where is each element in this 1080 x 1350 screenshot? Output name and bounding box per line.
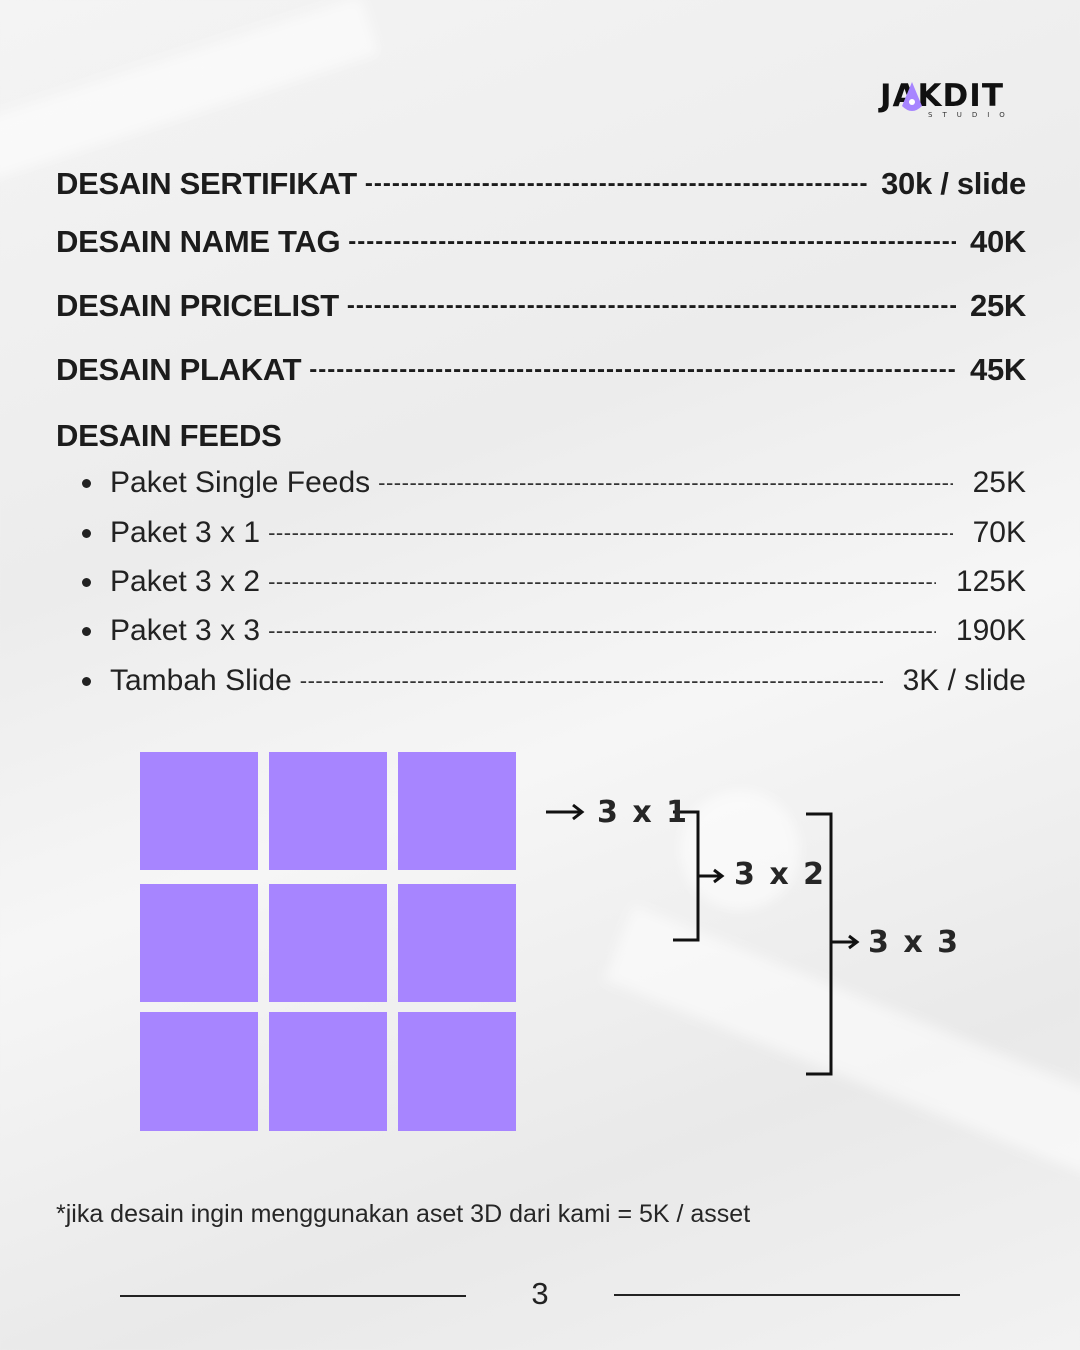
dash-leader bbox=[348, 228, 956, 256]
feeds-item-single: Paket Single Feeds 25K bbox=[82, 466, 1026, 500]
feeds-item-3x3: Paket 3 x 3 190K bbox=[82, 614, 1026, 648]
price-row-pricelist: DESAIN PRICELIST 25K bbox=[56, 288, 1026, 324]
dash-leader bbox=[378, 470, 952, 496]
label-3x2: 3 x 2 bbox=[734, 857, 826, 892]
dash-leader bbox=[300, 668, 883, 694]
background-highlight bbox=[680, 790, 800, 910]
feeds-item-label: Paket Single Feeds bbox=[110, 466, 371, 499]
price-value: 30k / slide bbox=[881, 166, 1026, 201]
feeds-item-price: 125K bbox=[955, 565, 1026, 598]
bullet-icon bbox=[82, 676, 91, 686]
bullet-icon bbox=[82, 528, 91, 538]
bullet-icon bbox=[82, 577, 91, 587]
footnote-3d-asset: *jika desain ingin menggunakan aset 3D d… bbox=[56, 1200, 751, 1228]
label-3x3: 3 x 3 bbox=[868, 925, 960, 960]
feeds-item-price: 3K / slide bbox=[902, 664, 1026, 697]
dash-leader bbox=[268, 520, 953, 546]
grid-cell bbox=[398, 1012, 516, 1131]
price-value: 45K bbox=[970, 352, 1026, 387]
dash-leader bbox=[365, 170, 867, 198]
background-crease bbox=[0, 0, 379, 184]
grid-cell bbox=[140, 1012, 258, 1131]
bullet-icon bbox=[82, 626, 91, 636]
pen-nib-icon bbox=[902, 82, 922, 111]
grid-cell bbox=[140, 752, 258, 870]
grid-cell bbox=[140, 884, 258, 1002]
footer-divider-right bbox=[614, 1294, 960, 1296]
price-row-plakat: DESAIN PLAKAT 45K bbox=[56, 352, 1026, 388]
dash-leader bbox=[309, 356, 956, 384]
price-value: 25K bbox=[970, 288, 1026, 323]
feeds-item-tambah-slide: Tambah Slide 3K / slide bbox=[82, 664, 1026, 698]
dash-leader bbox=[347, 292, 956, 320]
grid-cell bbox=[398, 884, 516, 1002]
feed-grid bbox=[140, 752, 516, 1131]
arrow-3x1-head bbox=[572, 803, 585, 821]
grid-cell bbox=[269, 884, 387, 1002]
background-crease bbox=[603, 905, 1080, 1175]
page-number: 3 bbox=[531, 1276, 549, 1311]
grid-cell bbox=[398, 752, 516, 870]
price-label: DESAIN PRICELIST bbox=[56, 288, 339, 323]
bullet-icon bbox=[82, 478, 91, 488]
dash-leader bbox=[268, 569, 936, 595]
feeds-item-3x1: Paket 3 x 1 70K bbox=[82, 516, 1026, 550]
price-row-name-tag: DESAIN NAME TAG 40K bbox=[56, 224, 1026, 260]
feeds-item-price: 25K bbox=[972, 466, 1026, 499]
grid-cell bbox=[269, 752, 387, 870]
dash-leader bbox=[268, 618, 936, 644]
price-label: DESAIN NAME TAG bbox=[56, 224, 341, 259]
jakdit-logo: JAKDIT STUDIO bbox=[880, 78, 1020, 122]
feeds-item-label: Paket 3 x 3 bbox=[110, 614, 261, 647]
feeds-item-label: Paket 3 x 1 bbox=[110, 516, 261, 549]
price-row-sertifikat: DESAIN SERTIFIKAT 30k / slide bbox=[56, 166, 1026, 202]
grid-cell bbox=[269, 1012, 387, 1131]
price-label: DESAIN SERTIFIKAT bbox=[56, 166, 357, 201]
feeds-item-3x2: Paket 3 x 2 125K bbox=[82, 565, 1026, 599]
logo-subtitle: STUDIO bbox=[928, 111, 1015, 119]
feeds-item-label: Tambah Slide bbox=[110, 664, 292, 697]
feeds-item-price: 70K bbox=[972, 516, 1026, 549]
arrow-3x3-head bbox=[848, 934, 860, 950]
label-3x1: 3 x 1 bbox=[597, 795, 689, 830]
feeds-item-label: Paket 3 x 2 bbox=[110, 565, 261, 598]
section-title-feeds: DESAIN FEEDS bbox=[56, 418, 282, 453]
price-label: DESAIN PLAKAT bbox=[56, 352, 302, 387]
footer-divider-left bbox=[120, 1295, 466, 1297]
price-value: 40K bbox=[970, 224, 1026, 259]
feeds-item-price: 190K bbox=[955, 614, 1026, 647]
